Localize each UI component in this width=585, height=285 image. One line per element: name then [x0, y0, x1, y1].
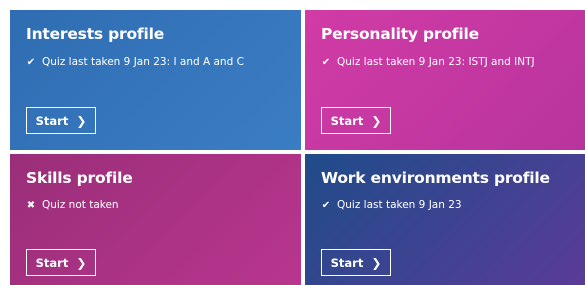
check-icon: ✔ — [321, 56, 331, 68]
chevron-right-icon: ❯ — [371, 113, 382, 128]
personality-profile-card: Personality profile ✔ Quiz last taken 9 … — [305, 10, 585, 150]
chevron-right-icon: ❯ — [76, 113, 87, 128]
check-icon: ✔ — [321, 199, 331, 211]
cross-icon: ✖ — [26, 199, 36, 211]
work-environments-profile-card: Work environments profile ✔ Quiz last ta… — [305, 154, 585, 285]
quiz-status: ✔ Quiz last taken 9 Jan 23 — [321, 199, 462, 211]
start-interests-button[interactable]: Start ❯ — [26, 107, 96, 134]
card-title: Interests profile — [26, 25, 165, 43]
start-work-environments-button[interactable]: Start ❯ — [321, 249, 391, 276]
skills-profile-card: Skills profile ✖ Quiz not taken Start ❯ — [10, 154, 301, 285]
start-skills-button[interactable]: Start ❯ — [26, 249, 96, 276]
quiz-status: ✖ Quiz not taken — [26, 199, 119, 211]
check-icon: ✔ — [26, 56, 36, 68]
quiz-status: ✔ Quiz last taken 9 Jan 23: I and A and … — [26, 56, 244, 68]
quiz-status-text: Quiz not taken — [42, 199, 119, 211]
quiz-status-text: Quiz last taken 9 Jan 23: I and A and C — [42, 56, 244, 68]
card-title: Work environments profile — [321, 169, 550, 187]
start-button-label: Start — [35, 113, 69, 128]
quiz-status-text: Quiz last taken 9 Jan 23 — [337, 199, 462, 211]
quiz-status-text: Quiz last taken 9 Jan 23: ISTJ and INTJ — [337, 56, 535, 68]
quiz-status: ✔ Quiz last taken 9 Jan 23: ISTJ and INT… — [321, 56, 535, 68]
start-personality-button[interactable]: Start ❯ — [321, 107, 391, 134]
chevron-right-icon: ❯ — [371, 255, 382, 270]
start-button-label: Start — [35, 255, 69, 270]
chevron-right-icon: ❯ — [76, 255, 87, 270]
start-button-label: Start — [330, 255, 364, 270]
card-title: Skills profile — [26, 169, 133, 187]
start-button-label: Start — [330, 113, 364, 128]
interests-profile-card: Interests profile ✔ Quiz last taken 9 Ja… — [10, 10, 301, 150]
card-title: Personality profile — [321, 25, 479, 43]
